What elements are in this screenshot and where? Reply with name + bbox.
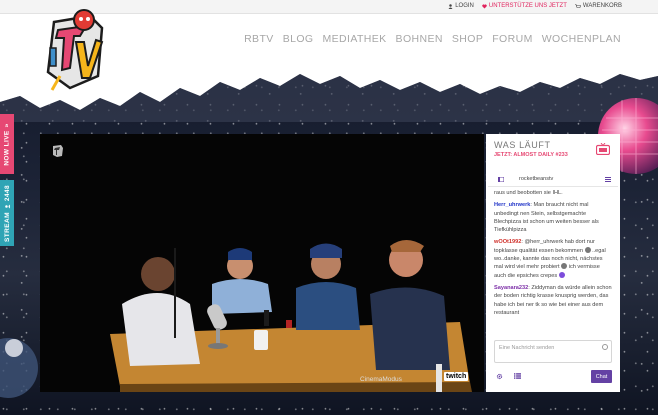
chat-collapse-icon[interactable] <box>498 177 504 182</box>
planet-decoration-small <box>0 338 38 398</box>
chat-username[interactable]: Herr_uhrwerk <box>494 202 530 208</box>
chat-messages: raus und beobotten sie IHL. Herr_uhrwerk… <box>494 189 612 365</box>
chat-message: Sayanara232: Ziddyman da würde allein sc… <box>494 284 612 317</box>
expand-icon: » <box>3 122 11 127</box>
viewer-count: 2448 <box>3 184 11 201</box>
chat-message: wOOt1992: @herr_uhrwerk hab dort nur top… <box>494 238 612 279</box>
nav-item-blog[interactable]: BLOG <box>283 33 314 45</box>
cinema-mode-button[interactable]: CinemaModus <box>360 376 402 383</box>
now-live-label: NOW LIVE <box>3 129 11 166</box>
chat-footer: Chat <box>494 370 612 383</box>
video-player[interactable]: CinemaModus twitch <box>40 134 484 392</box>
now-playing-label[interactable]: JETZT: ALMOST DAILY #233 <box>494 152 568 158</box>
viewer-icon <box>4 204 10 209</box>
chat-message: raus und beobotten sie IHL. <box>494 189 612 197</box>
nav-item-forum[interactable]: FORUM <box>492 33 533 45</box>
chat-username[interactable]: wOOt1992 <box>494 239 521 245</box>
chat-message: Herr_uhrwerk: Man braucht nicht mal unbe… <box>494 201 612 234</box>
heart-emote-icon <box>558 271 565 278</box>
rbtv-logo[interactable] <box>40 6 112 94</box>
list-icon[interactable] <box>514 373 521 379</box>
main-navigation: RBTV BLOG MEDIATHEK BOHNEN SHOP FORUM WO… <box>244 33 621 45</box>
viewer-list-icon[interactable] <box>605 177 611 182</box>
smiley-emote-icon <box>561 263 568 270</box>
nav-item-shop[interactable]: SHOP <box>452 33 483 45</box>
login-label: LOGIN <box>455 3 474 9</box>
chat-message-text: raus und beobotten sie IHL. <box>494 190 563 196</box>
support-link[interactable]: UNTERSTÜTZE UNS JETZT <box>482 3 567 9</box>
panel-title: WAS LÄUFT <box>494 140 551 150</box>
nav-item-bohnen[interactable]: BOHNEN <box>396 33 443 45</box>
stream-tab[interactable]: STREAM 2448 <box>0 180 14 246</box>
whats-on-panel: WAS LÄUFT JETZT: ALMOST DAILY #233 rocke… <box>486 134 620 392</box>
user-icon <box>448 3 453 9</box>
nav-item-rbtv[interactable]: RBTV <box>244 33 274 45</box>
cart-link[interactable]: WARENKORB <box>574 3 622 9</box>
cart-icon <box>574 3 581 8</box>
login-link[interactable]: LOGIN <box>448 3 474 9</box>
nav-item-mediathek[interactable]: MEDIATHEK <box>322 33 386 45</box>
support-label: UNTERSTÜTZE UNS JETZT <box>488 3 567 9</box>
heart-icon <box>482 4 487 8</box>
now-live-tab[interactable]: NOW LIVE » <box>0 114 14 174</box>
gear-icon[interactable] <box>496 373 503 380</box>
chat-input-placeholder: Eine Nachricht senden <box>499 345 555 351</box>
chat-username[interactable]: Sayanara232 <box>494 285 528 291</box>
tv-icon[interactable] <box>596 143 610 155</box>
stream-video-frame <box>40 134 484 392</box>
emoji-picker-icon[interactable] <box>602 344 608 350</box>
twitch-logo[interactable]: twitch <box>444 372 469 381</box>
sunglasses-emote-icon <box>584 246 591 253</box>
chat-send-button[interactable]: Chat <box>591 370 612 383</box>
stream-label: STREAM <box>3 211 11 242</box>
chat-message-input[interactable]: Eine Nachricht senden <box>494 340 612 363</box>
chat-channel-name: rocketbeanstv <box>519 176 554 182</box>
nav-item-wochenplan[interactable]: WOCHENPLAN <box>542 33 621 45</box>
channel-watermark-icon <box>53 145 63 157</box>
chat-header: rocketbeanstv <box>488 174 618 187</box>
cart-label: WARENKORB <box>582 3 622 9</box>
